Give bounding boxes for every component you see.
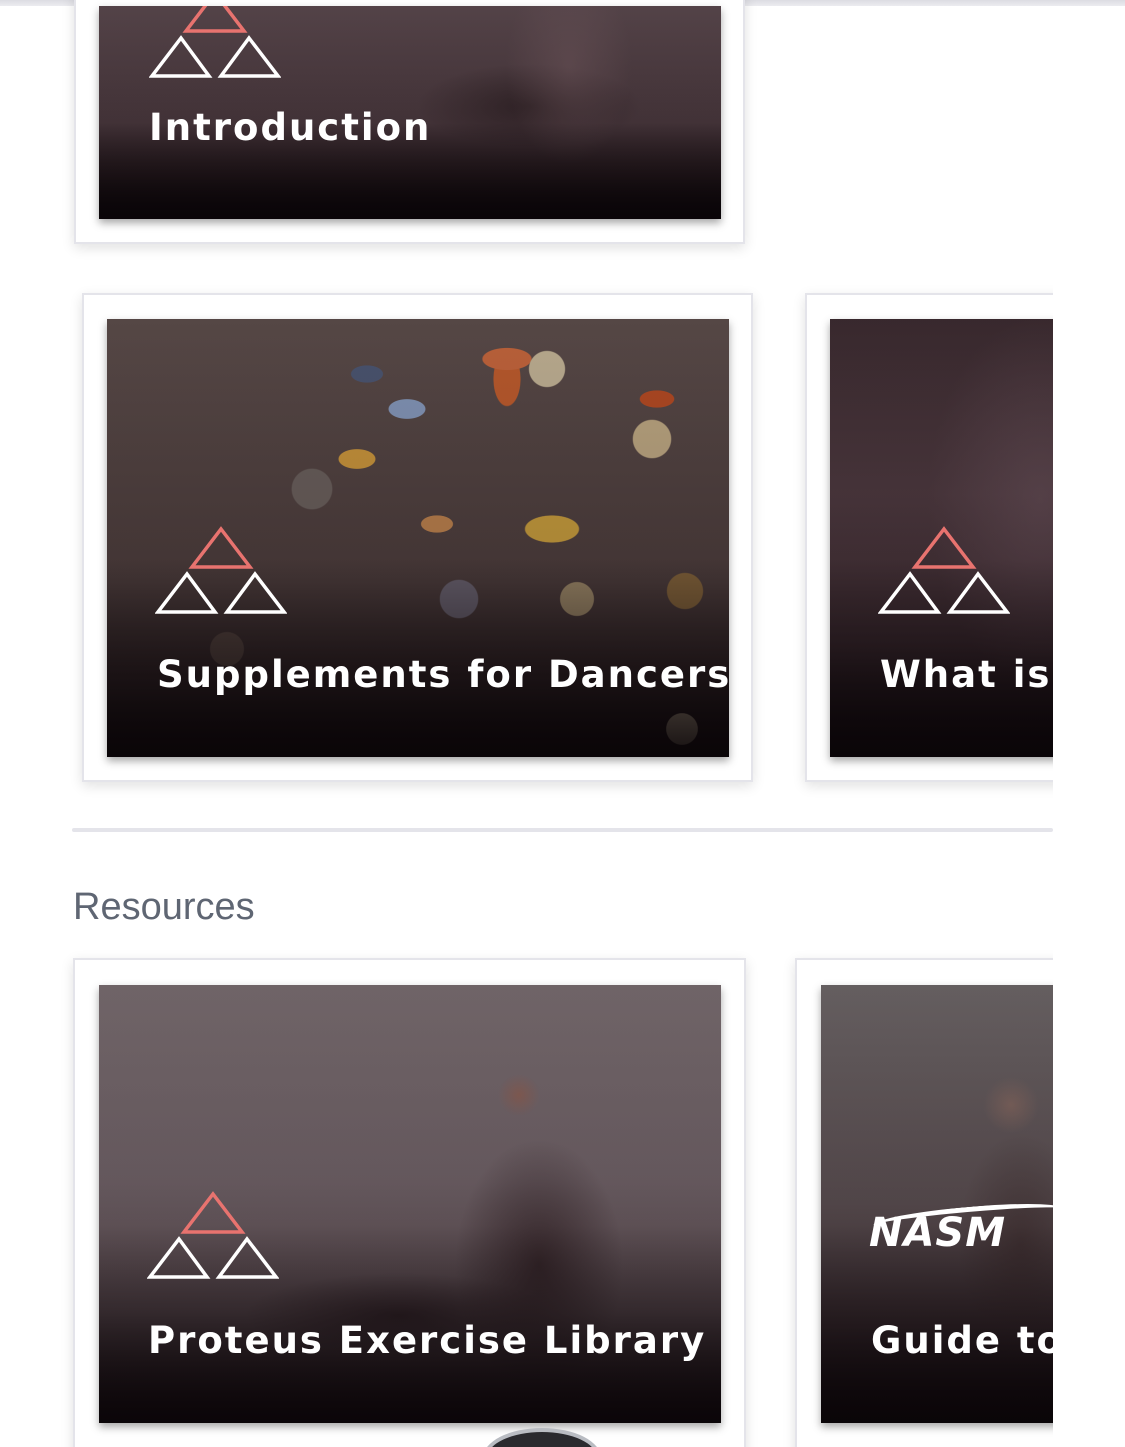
section-divider bbox=[72, 828, 1053, 832]
triangle-logo-icon bbox=[155, 526, 287, 614]
course-card-what-is[interactable]: What is y bbox=[805, 293, 1053, 782]
resources-section-title: Resources bbox=[73, 886, 255, 928]
course-card-image: Introduction bbox=[99, 6, 721, 219]
resource-card-title: Guide to bbox=[871, 1319, 1053, 1362]
course-card-image: Supplements for Dancers bbox=[107, 319, 729, 757]
resource-card-proteus[interactable]: Proteus Exercise Library bbox=[73, 958, 746, 1447]
course-card-title: What is y bbox=[880, 653, 1053, 696]
page: Introduction Supplements for Dancers Wha… bbox=[0, 0, 1125, 1447]
nasm-logo: NASM bbox=[869, 1210, 1007, 1256]
course-card-title: Supplements for Dancers bbox=[157, 653, 729, 696]
triangle-logo-icon bbox=[147, 1191, 279, 1279]
resource-card-nasm-guide[interactable]: NASM Guide to bbox=[795, 958, 1053, 1447]
triangle-logo-icon bbox=[149, 6, 281, 78]
resource-card-image: Proteus Exercise Library bbox=[99, 985, 721, 1423]
resources-carousel[interactable]: Proteus Exercise Library NASM Guide to bbox=[0, 945, 1053, 1447]
triangle-logo-icon bbox=[878, 526, 1010, 614]
resource-card-image: NASM Guide to bbox=[821, 985, 1053, 1423]
course-card-title: Introduction bbox=[149, 106, 432, 149]
resource-card-title: Proteus Exercise Library bbox=[148, 1319, 707, 1362]
course-carousel[interactable]: Supplements for Dancers What is y bbox=[0, 280, 1053, 800]
course-card-introduction[interactable]: Introduction bbox=[74, 0, 745, 244]
course-card-image: What is y bbox=[830, 319, 1053, 757]
course-card-supplements[interactable]: Supplements for Dancers bbox=[82, 293, 753, 782]
